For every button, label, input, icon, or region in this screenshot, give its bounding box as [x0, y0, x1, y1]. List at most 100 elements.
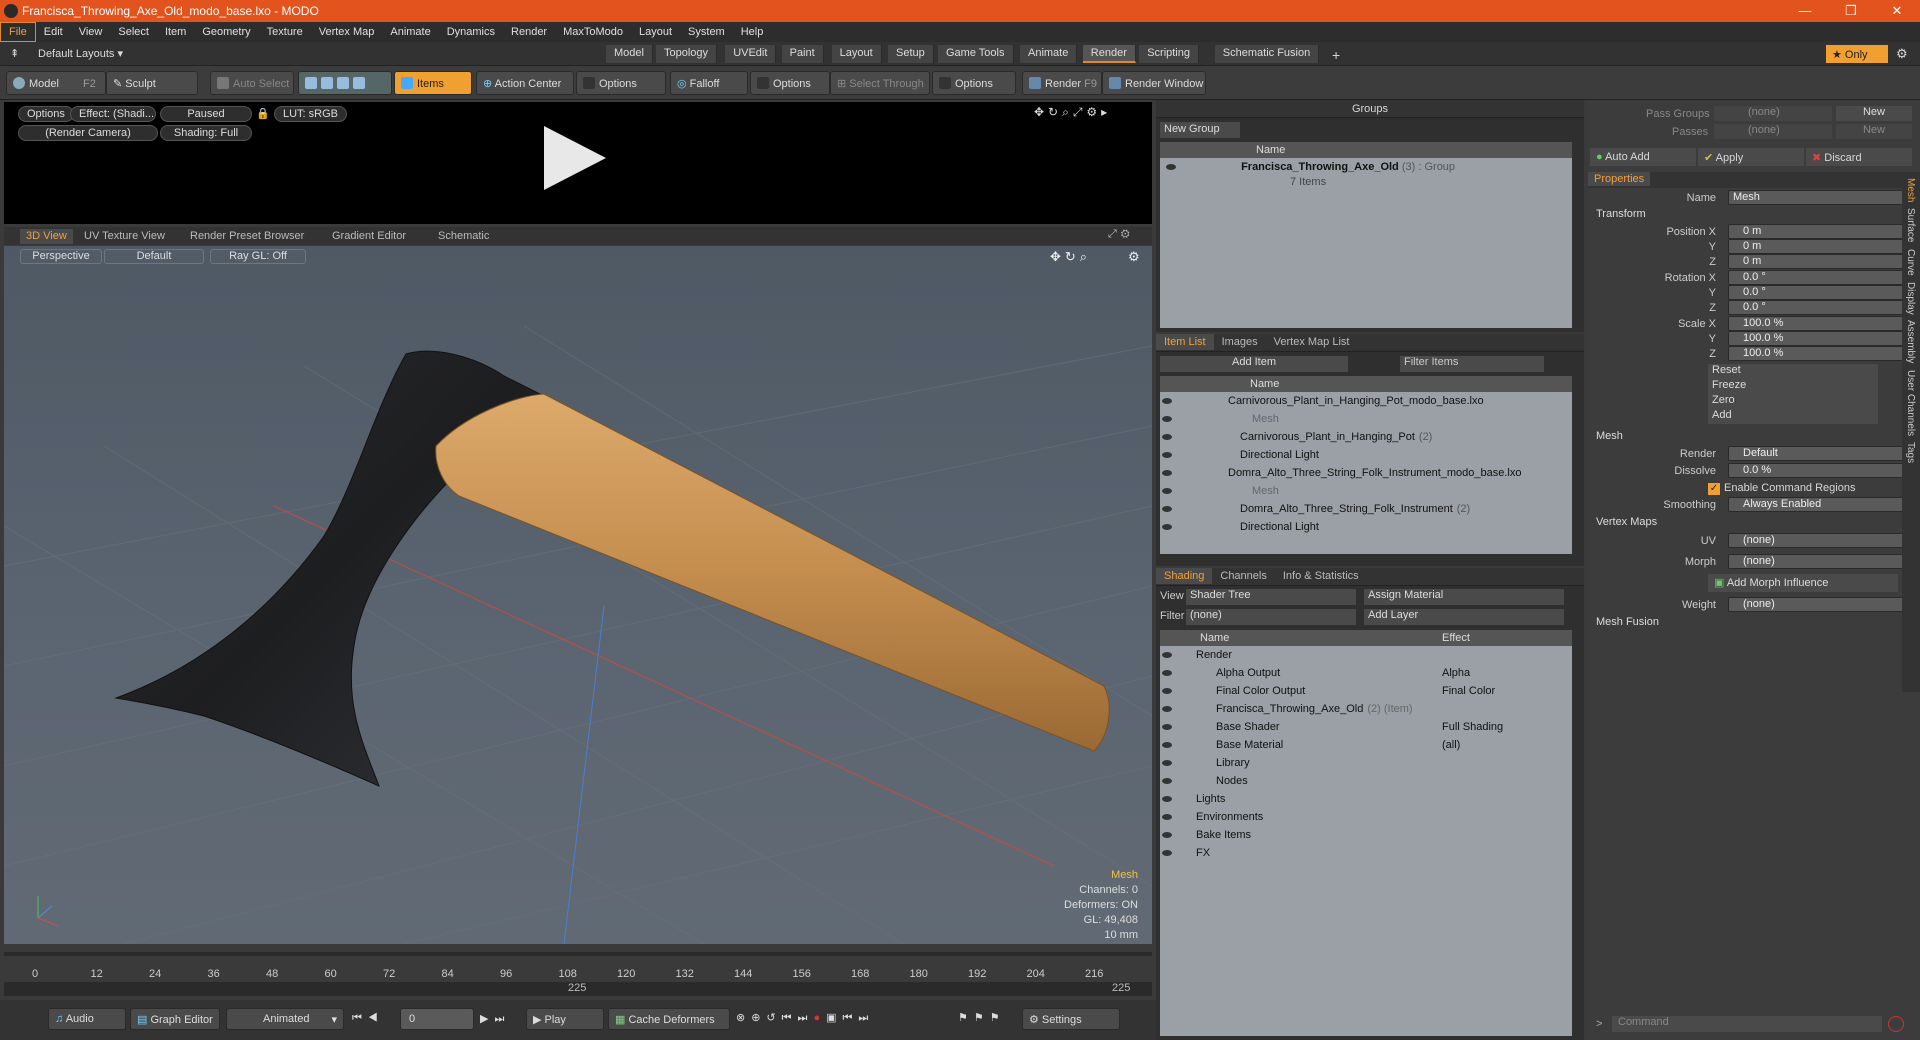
- list-item[interactable]: Domra_Alto_Three_String_Folk_Instrument_…: [1160, 464, 1572, 482]
- shader-row[interactable]: Base Material (all): [1160, 736, 1572, 754]
- menu-view[interactable]: View: [71, 23, 111, 41]
- position-z-field[interactable]: 0 m: [1728, 254, 1908, 269]
- lock-icon[interactable]: 🔒: [256, 107, 270, 120]
- properties-tab[interactable]: Properties: [1588, 172, 1651, 186]
- shader-row[interactable]: Francisca_Throwing_Axe_Old (2) (Item): [1160, 700, 1572, 718]
- action-center-options-button[interactable]: Options: [576, 71, 666, 95]
- list-item[interactable]: Mesh: [1160, 482, 1572, 500]
- pass-groups-dropdown[interactable]: (none): [1714, 106, 1832, 121]
- preview-nav-icons[interactable]: ✥↻⌕⤢⚙▸: [1034, 105, 1111, 120]
- shader-row[interactable]: Render: [1160, 646, 1572, 664]
- render-window-button[interactable]: Render Window: [1102, 71, 1206, 95]
- minimize-button[interactable]: —: [1782, 0, 1828, 22]
- tab-info-statistics[interactable]: Info & Statistics: [1275, 568, 1367, 584]
- filter-dropdown[interactable]: (none): [1186, 609, 1356, 625]
- zero-button[interactable]: Zero: [1708, 394, 1878, 409]
- auto-add-button[interactable]: ● Auto Add: [1590, 148, 1696, 166]
- layouts-icon[interactable]: ⇞: [10, 47, 19, 60]
- assign-material-button[interactable]: Assign Material: [1364, 589, 1564, 605]
- frame-field[interactable]: 0: [400, 1008, 474, 1030]
- rotation-x-field[interactable]: 0.0 °: [1728, 270, 1908, 285]
- list-item[interactable]: Directional Light: [1160, 446, 1572, 464]
- menu-system[interactable]: System: [680, 23, 733, 41]
- menu-help[interactable]: Help: [733, 23, 772, 41]
- visibility-icon[interactable]: [1162, 796, 1172, 802]
- settings-button[interactable]: ⚙ Settings: [1022, 1008, 1120, 1030]
- shader-row[interactable]: Bake Items: [1160, 826, 1572, 844]
- layout-tab-render[interactable]: Render: [1082, 45, 1136, 63]
- items-mode-button[interactable]: Items: [394, 71, 472, 95]
- layout-tab-scripting[interactable]: Scripting: [1139, 45, 1199, 63]
- effect-dropdown[interactable]: Effect: (Shadi...: [70, 106, 156, 122]
- smoothing-dropdown[interactable]: Always Enabled: [1728, 497, 1908, 512]
- dissolve-field[interactable]: 0.0 %: [1728, 463, 1908, 478]
- visibility-icon[interactable]: [1162, 814, 1172, 820]
- menu-file[interactable]: File: [0, 22, 36, 42]
- viewport-tab-uv-texture-view[interactable]: UV Texture View: [78, 229, 171, 244]
- visibility-icon[interactable]: [1162, 488, 1172, 494]
- layout-tab-paint[interactable]: Paint: [781, 45, 824, 63]
- viewport-tab-gradient-editor[interactable]: Gradient Editor: [326, 229, 412, 244]
- shader-row[interactable]: Nodes: [1160, 772, 1572, 790]
- passes-dropdown[interactable]: (none): [1714, 124, 1832, 139]
- position-x-field[interactable]: 0 m: [1728, 224, 1908, 239]
- layout-tab-layout[interactable]: Layout: [831, 45, 882, 63]
- add-layout-icon[interactable]: +: [1332, 47, 1340, 63]
- layout-tab-model[interactable]: Model: [606, 45, 653, 63]
- tab-item-list[interactable]: Item List: [1156, 334, 1214, 350]
- tab-shading[interactable]: Shading: [1156, 568, 1213, 584]
- tab-images[interactable]: Images: [1214, 334, 1266, 350]
- cache-deformers-button[interactable]: ▦ Cache Deformers: [608, 1008, 730, 1030]
- visibility-icon[interactable]: [1162, 524, 1172, 530]
- only-toggle[interactable]: ★ Only: [1826, 45, 1888, 63]
- shader-row[interactable]: Library: [1160, 754, 1572, 772]
- shader-row[interactable]: Final Color Output Final Color: [1160, 682, 1572, 700]
- viewport-tab-icons[interactable]: ⤢⚙: [1108, 228, 1134, 241]
- mesh-fusion-section[interactable]: Mesh Fusion: [1596, 616, 1659, 628]
- visibility-icon[interactable]: [1162, 670, 1172, 676]
- visibility-icon[interactable]: [1162, 778, 1172, 784]
- layout-tab-topology[interactable]: Topology: [656, 45, 718, 63]
- animated-dropdown[interactable]: Animated ▾: [226, 1008, 344, 1030]
- side-tab-display[interactable]: Display: [1905, 282, 1916, 315]
- preview-options-button[interactable]: Options: [18, 106, 74, 122]
- uv-dropdown[interactable]: (none): [1728, 533, 1908, 548]
- render-button[interactable]: Render F9: [1022, 71, 1102, 95]
- scale-z-field[interactable]: 100.0 %: [1728, 346, 1908, 361]
- list-item[interactable]: Domra_Alto_Three_String_Folk_Instrument(…: [1160, 500, 1572, 518]
- side-tab-mesh[interactable]: Mesh: [1905, 178, 1916, 202]
- apply-button[interactable]: ✔ Apply: [1698, 148, 1804, 166]
- menu-texture[interactable]: Texture: [259, 23, 311, 41]
- position-y-field[interactable]: 0 m: [1728, 239, 1908, 254]
- menu-edit[interactable]: Edit: [36, 23, 71, 41]
- tab-vertex-map-list[interactable]: Vertex Map List: [1266, 334, 1358, 350]
- side-tab-user-channels[interactable]: User Channels: [1905, 370, 1916, 436]
- visibility-icon[interactable]: [1162, 470, 1172, 476]
- list-item[interactable]: Directional Light: [1160, 518, 1572, 536]
- name-field[interactable]: Mesh: [1728, 190, 1908, 205]
- menu-vertex-map[interactable]: Vertex Map: [311, 23, 383, 41]
- scale-x-field[interactable]: 100.0 %: [1728, 316, 1908, 331]
- visibility-icon[interactable]: [1162, 742, 1172, 748]
- play-button[interactable]: ▶ Play: [526, 1008, 604, 1030]
- new-group-button[interactable]: New Group: [1160, 122, 1240, 138]
- selection-mode-icons[interactable]: [298, 71, 392, 95]
- weight-dropdown[interactable]: (none): [1728, 597, 1908, 612]
- tab-channels[interactable]: Channels: [1212, 568, 1274, 584]
- visibility-icon[interactable]: [1162, 416, 1172, 422]
- rotation-y-field[interactable]: 0.0 °: [1728, 285, 1908, 300]
- maximize-button[interactable]: ❐: [1828, 0, 1874, 22]
- shader-effect[interactable]: Alpha: [1442, 664, 1470, 682]
- graph-editor-button[interactable]: ▤ Graph Editor: [130, 1008, 220, 1030]
- play-icon[interactable]: [544, 126, 606, 190]
- audio-button[interactable]: ♫ Audio: [48, 1008, 126, 1030]
- render-camera-dropdown[interactable]: (Render Camera): [18, 125, 158, 141]
- model-button[interactable]: Model F2: [6, 71, 106, 95]
- timeline[interactable]: 0 12 24 36 48 60 72 84 96 108 120 132 144 156 168 180 19…: [4, 952, 1152, 996]
- side-tab-tags[interactable]: Tags: [1905, 442, 1916, 463]
- visibility-icon[interactable]: [1162, 850, 1172, 856]
- list-item[interactable]: Carnivorous_Plant_in_Hanging_Pot (2): [1160, 428, 1572, 446]
- shader-row[interactable]: Alpha Output Alpha: [1160, 664, 1572, 682]
- select-through-options-button[interactable]: Options: [932, 71, 1016, 95]
- viewport-tab-3d-view[interactable]: 3D View: [20, 229, 73, 244]
